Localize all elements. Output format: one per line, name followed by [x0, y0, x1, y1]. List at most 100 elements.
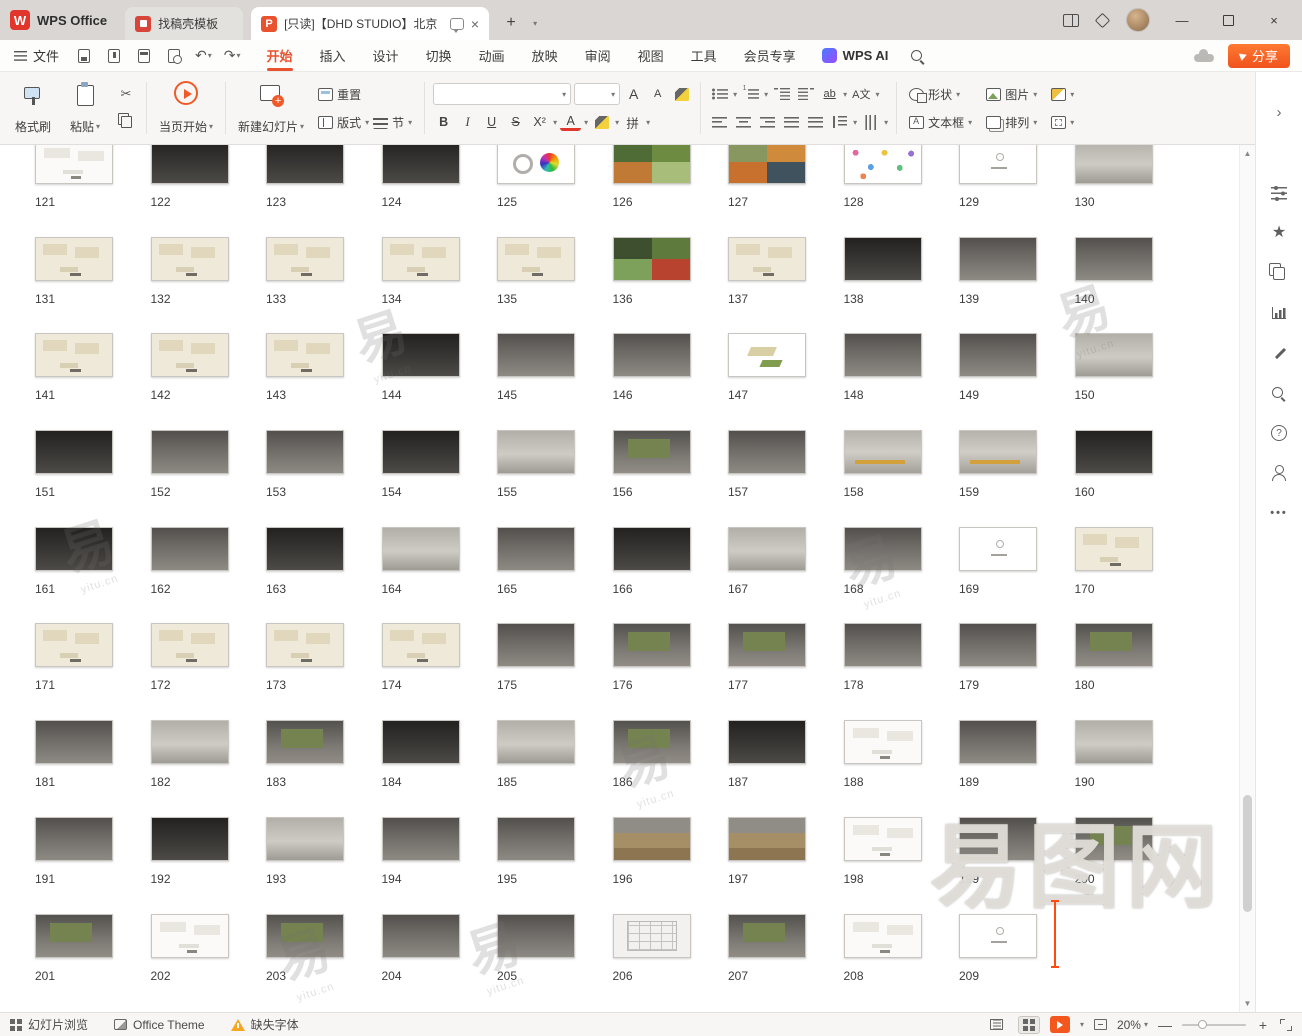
slide-141[interactable]: 141	[17, 333, 133, 430]
slide-185[interactable]: 185	[479, 720, 595, 817]
slide-140[interactable]: 140	[1057, 237, 1173, 334]
slide-190[interactable]: 190	[1057, 720, 1173, 817]
slide-169[interactable]: 169	[941, 527, 1057, 624]
slide-199[interactable]: 199	[941, 817, 1057, 914]
scrollbar-thumb[interactable]	[1243, 795, 1252, 912]
increase-indent-button[interactable]	[795, 84, 816, 105]
shapes-chevron-icon[interactable]: ▾	[956, 90, 960, 99]
zoom-slider-handle[interactable]	[1198, 1020, 1207, 1029]
slide-148[interactable]: 148	[826, 333, 942, 430]
slide-173[interactable]: 173	[248, 623, 364, 720]
slide-191[interactable]: 191	[17, 817, 133, 914]
slide-153[interactable]: 153	[248, 430, 364, 527]
slide-150[interactable]: 150	[1057, 333, 1173, 430]
slide-146[interactable]: 146	[595, 333, 711, 430]
slide-156[interactable]: 156	[595, 430, 711, 527]
slide-125[interactable]: 125	[479, 145, 595, 237]
premium-gem-icon[interactable]	[1095, 12, 1111, 28]
redo-button[interactable]: ↷▾	[224, 47, 241, 64]
slide-179[interactable]: 179	[941, 623, 1057, 720]
slide-172[interactable]: 172	[133, 623, 249, 720]
slide-197[interactable]: 197	[710, 817, 826, 914]
slide-183[interactable]: 183	[248, 720, 364, 817]
slide-207[interactable]: 207	[710, 914, 826, 1011]
cut-button[interactable]: ✂	[114, 82, 138, 106]
zoom-slider[interactable]	[1182, 1024, 1246, 1026]
split-view-icon[interactable]	[1063, 14, 1079, 27]
italic-button[interactable]: I	[457, 112, 478, 133]
slide-188[interactable]: 188	[826, 720, 942, 817]
slide-126[interactable]: 126	[595, 145, 711, 237]
more-tools-button[interactable]: •••	[1267, 501, 1291, 525]
minimize-button[interactable]: —	[1168, 6, 1196, 34]
bold-button[interactable]: B	[433, 112, 454, 133]
tab-tools[interactable]: 工具	[691, 40, 717, 71]
font-name-chevron-icon[interactable]: ▾	[562, 90, 566, 99]
copy-button[interactable]	[114, 110, 138, 134]
slide-182[interactable]: 182	[133, 720, 249, 817]
decrease-font-button[interactable]: A	[647, 84, 668, 105]
slide-204[interactable]: 204	[364, 914, 480, 1011]
maximize-button[interactable]	[1214, 6, 1242, 34]
slide-184[interactable]: 184	[364, 720, 480, 817]
zoom-in-button[interactable]: +	[1256, 1017, 1270, 1033]
superscript-chevron-icon[interactable]: ▾	[553, 118, 557, 127]
slide-122[interactable]: 122	[133, 145, 249, 237]
text-direction-button[interactable]: A文	[850, 84, 872, 105]
font-color-button[interactable]: A	[560, 113, 581, 131]
clipboard-panel-button[interactable]	[1267, 261, 1291, 285]
slide-144[interactable]: 144	[364, 333, 480, 430]
slide-163[interactable]: 163	[248, 527, 364, 624]
slide-189[interactable]: 189	[941, 720, 1057, 817]
align-right-button[interactable]	[757, 112, 778, 133]
layout-chevron-icon[interactable]: ▾	[365, 118, 369, 127]
tab-slideshow[interactable]: 放映	[532, 40, 558, 71]
cloud-sync-icon[interactable]	[1194, 49, 1214, 63]
underline-button[interactable]: U	[481, 112, 502, 133]
slide-166[interactable]: 166	[595, 527, 711, 624]
redo-chevron-icon[interactable]: ▾	[237, 51, 241, 60]
find-replace-button[interactable]	[1267, 381, 1291, 405]
slide-145[interactable]: 145	[479, 333, 595, 430]
slide-170[interactable]: 170	[1057, 527, 1173, 624]
undo-chevron-icon[interactable]: ▾	[208, 51, 212, 60]
slide-137[interactable]: 137	[710, 237, 826, 334]
slide-154[interactable]: 154	[364, 430, 480, 527]
shapes-button[interactable]: 形状▾	[905, 84, 976, 105]
font-size-chevron-icon[interactable]: ▾	[611, 90, 615, 99]
char-spacing-chevron-icon[interactable]: ▾	[843, 90, 847, 99]
print-icon[interactable]	[135, 47, 153, 65]
slide-152[interactable]: 152	[133, 430, 249, 527]
char-spacing-button[interactable]: ab	[819, 84, 840, 105]
file-menu-button[interactable]: 文件	[10, 46, 69, 65]
slide-138[interactable]: 138	[826, 237, 942, 334]
slide-149[interactable]: 149	[941, 333, 1057, 430]
font-name-combobox[interactable]: ▾	[433, 83, 571, 105]
print-preview-icon[interactable]	[165, 47, 183, 65]
bullet-chevron-icon[interactable]: ▾	[733, 90, 737, 99]
font-color-chevron-icon[interactable]: ▾	[584, 118, 588, 127]
help-button[interactable]: ?	[1267, 421, 1291, 445]
section-label[interactable]: 节	[392, 114, 404, 131]
slide-174[interactable]: 174	[364, 623, 480, 720]
fill-chevron-icon[interactable]: ▾	[1070, 90, 1074, 99]
tab-list-chevron-icon[interactable]: ▾	[525, 11, 545, 35]
arrange-chevron-icon[interactable]: ▾	[1033, 118, 1037, 127]
textbox-chevron-icon[interactable]: ▾	[968, 118, 972, 127]
tab-animation[interactable]: 动画	[479, 40, 505, 71]
slide-181[interactable]: 181	[17, 720, 133, 817]
slide-165[interactable]: 165	[479, 527, 595, 624]
wps-ai-button[interactable]: WPS AI	[822, 48, 889, 63]
increase-font-button[interactable]: A	[623, 84, 644, 105]
play-options-chevron-icon[interactable]: ▾	[1080, 1020, 1084, 1029]
slide-208[interactable]: 208	[826, 914, 942, 1011]
slide-192[interactable]: 192	[133, 817, 249, 914]
slide-133[interactable]: 133	[248, 237, 364, 334]
tab-review[interactable]: 审阅	[585, 40, 611, 71]
slide-size-button[interactable]: ▾	[1047, 114, 1078, 131]
tab-close-icon[interactable]: ×	[471, 16, 479, 32]
chart-panel-button[interactable]	[1267, 301, 1291, 325]
columns-button[interactable]	[860, 112, 881, 133]
comment-bubble-icon[interactable]	[450, 18, 464, 30]
favorites-button[interactable]: ★	[1267, 221, 1291, 245]
